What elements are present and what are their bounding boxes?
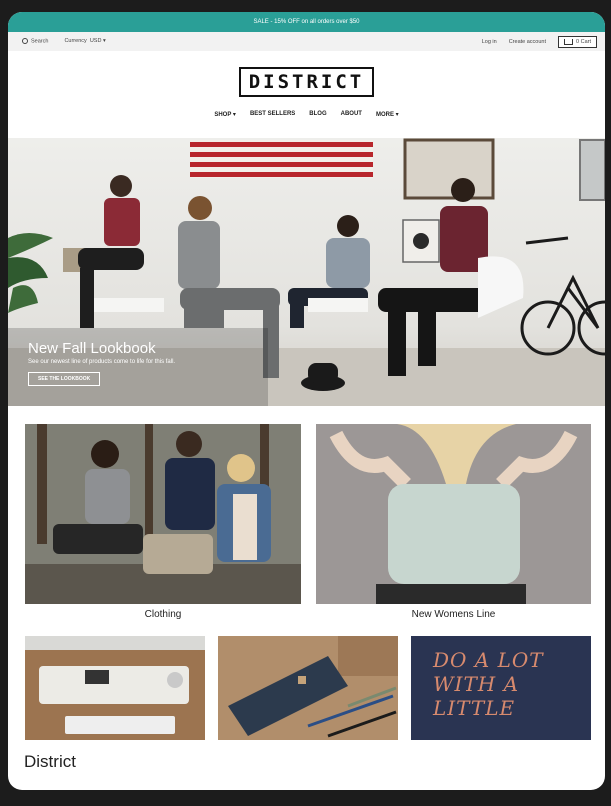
main-nav: SHOP ▾ BEST SELLERS BLOG ABOUT MORE ▾ <box>8 111 605 118</box>
product-tile-desk[interactable] <box>25 636 205 740</box>
currency-value: USD <box>89 38 102 45</box>
desk-photo <box>25 636 205 740</box>
shirt-print-text: DO A LOT WITH A LITTLE <box>433 648 544 720</box>
nav-item-blog[interactable]: BLOG <box>309 111 326 118</box>
womens-line-photo <box>316 424 591 604</box>
top-bar: Search Currency USD ▾ Log in Create acco… <box>8 32 605 51</box>
search-link[interactable]: Search <box>22 38 49 45</box>
pencil-case-photo <box>218 636 398 740</box>
collection-tile-clothing[interactable] <box>25 424 301 604</box>
currency-selector[interactable]: Currency USD ▾ <box>64 38 105 44</box>
bicycle-image <box>520 236 605 356</box>
hero-photo <box>8 138 605 406</box>
chevron-down-icon: ▾ <box>232 112 236 118</box>
collection-caption[interactable]: Clothing <box>25 609 301 620</box>
clothing-photo <box>25 424 301 604</box>
lookbook-button[interactable]: SEE THE LOOKBOOK <box>28 372 101 386</box>
currency-label: Currency <box>64 38 87 45</box>
login-link[interactable]: Log in <box>482 39 497 45</box>
nav-item-more[interactable]: MORE ▾ <box>376 111 399 118</box>
search-label: Search <box>31 38 49 45</box>
nav-item-shop[interactable]: SHOP ▾ <box>214 111 236 118</box>
hero-subtitle: See our newest line of products come to … <box>28 359 176 365</box>
chevron-down-icon: ▾ <box>102 38 106 45</box>
site-logo[interactable]: DISTRICT <box>238 67 375 97</box>
nav-item-about[interactable]: ABOUT <box>341 111 362 118</box>
create-account-link[interactable]: Create account <box>509 39 546 45</box>
chevron-down-icon: ▾ <box>395 112 399 118</box>
nav-item-best-sellers[interactable]: BEST SELLERS <box>250 111 295 118</box>
product-tile-shirt-print[interactable]: DO A LOT WITH A LITTLE <box>411 636 591 740</box>
cart-button[interactable]: 0 Cart <box>558 35 597 48</box>
cart-icon <box>564 38 574 45</box>
search-icon <box>22 38 28 45</box>
page-title: District <box>24 752 76 771</box>
hero-title: New Fall Lookbook <box>28 340 156 357</box>
browser-page: SALE - 15% OFF on all orders over $50 Se… <box>8 12 605 790</box>
collection-tile-new-womens-line[interactable] <box>316 424 591 604</box>
hero-banner[interactable]: New Fall Lookbook See our newest line of… <box>8 138 605 406</box>
product-tile-pencil-case[interactable] <box>218 636 398 740</box>
collection-caption[interactable]: New Womens Line <box>316 609 591 620</box>
flag-image <box>190 140 373 178</box>
announcement-text: SALE - 15% OFF on all orders over $50 <box>253 19 360 25</box>
announcement-bar[interactable]: SALE - 15% OFF on all orders over $50 <box>8 12 605 32</box>
cart-label: 0 Cart <box>576 38 591 45</box>
